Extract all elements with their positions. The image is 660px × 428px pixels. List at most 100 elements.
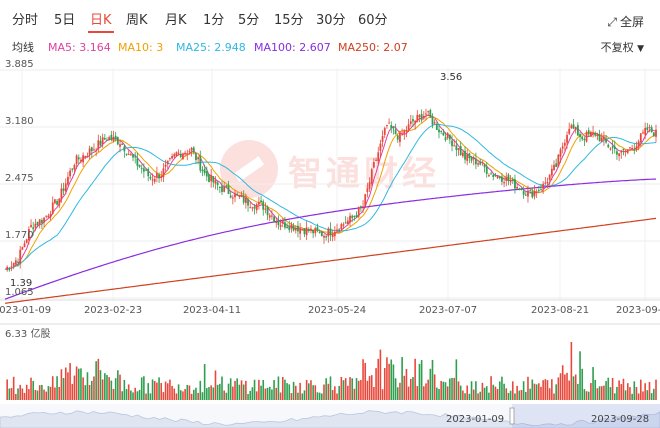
candle-body — [576, 125, 579, 136]
volume-bar — [568, 380, 570, 400]
tab-5min[interactable]: 5分 — [238, 13, 259, 29]
volume-bar — [153, 380, 156, 400]
volume-bar — [158, 377, 160, 400]
tab-30min[interactable]: 30分 — [316, 13, 346, 29]
candle-body — [251, 207, 254, 209]
volume-bar — [451, 377, 453, 400]
candle-body — [607, 144, 610, 148]
volume-bar — [82, 377, 84, 400]
candle-body — [390, 125, 393, 129]
candle-body — [297, 225, 299, 232]
candle-body — [344, 222, 347, 224]
candle-body — [557, 154, 560, 167]
tab-weekly-k[interactable]: 周K — [126, 13, 148, 29]
price-tick-label: 2.475 — [5, 173, 34, 184]
candle-body — [403, 130, 406, 134]
candle-body — [103, 138, 106, 140]
candle-body — [464, 150, 466, 160]
candle-body — [264, 208, 267, 210]
candle-body — [266, 206, 269, 216]
volume-bar — [262, 380, 265, 400]
candle-body — [188, 151, 191, 153]
volume-bar — [596, 388, 599, 400]
volume-bar — [503, 383, 505, 400]
volume-bar — [442, 381, 445, 400]
tab-15min[interactable]: 15分 — [274, 13, 304, 29]
candle-body — [496, 175, 499, 178]
candle-body — [69, 170, 71, 177]
volume-bar — [416, 386, 419, 400]
volume-bar — [201, 392, 204, 400]
volume-bar — [373, 387, 375, 400]
chart-grid — [0, 68, 660, 325]
volume-bar — [542, 380, 544, 400]
volume-bar — [535, 384, 538, 400]
tab-1min[interactable]: 1分 — [203, 13, 224, 29]
volume-bar — [316, 392, 319, 400]
candle-body — [307, 229, 310, 231]
tab-intraday[interactable]: 分时 — [12, 13, 38, 29]
tab-5day[interactable]: 5日 — [54, 13, 75, 29]
tab-60min[interactable]: 60分 — [358, 13, 388, 29]
volume-bar — [479, 391, 482, 400]
volume-bar — [28, 389, 30, 400]
candle-body — [12, 262, 15, 267]
volume-bar — [36, 390, 39, 400]
volume-bar — [93, 376, 95, 400]
volume-bar — [266, 387, 269, 400]
candle-body — [446, 133, 449, 138]
volume-bar — [249, 390, 252, 400]
candle-body — [418, 115, 421, 118]
volume-bar — [62, 377, 65, 400]
volume-bar — [229, 378, 232, 400]
volume-bar — [533, 383, 536, 400]
volume-bar — [405, 368, 408, 400]
candle-body — [642, 132, 644, 134]
volume-bar — [392, 364, 395, 400]
volume-bar — [522, 381, 525, 400]
volume-bar — [303, 390, 306, 400]
fullscreen-button[interactable]: ⤢ 全屏 — [607, 13, 644, 30]
candle-body — [357, 207, 360, 217]
volume-bar — [449, 378, 451, 400]
candle-body — [151, 179, 154, 181]
price-adjust-dropdown[interactable]: 不复权 ▼ — [601, 38, 644, 59]
volume-bar — [624, 390, 627, 400]
volume-bar — [433, 374, 436, 400]
candle-body — [579, 134, 581, 137]
candle-body — [509, 181, 512, 183]
candle-body — [535, 192, 538, 194]
volume-bar — [247, 393, 249, 400]
candle-body — [349, 215, 351, 223]
candle-body — [440, 130, 443, 132]
candle-body — [327, 228, 330, 237]
volume-bar — [520, 390, 523, 400]
date-tick-label: 2023-08-21 — [531, 305, 589, 316]
fullscreen-label: 全屏 — [619, 15, 644, 29]
ma-toggle-label[interactable]: 均线 — [12, 38, 34, 58]
kline-chart[interactable]: 3.8853.1802.4751.7701.0652023-01-092023-… — [0, 59, 660, 428]
volume-bar — [258, 379, 260, 400]
volume-bar — [629, 387, 631, 400]
candle-body — [609, 148, 612, 150]
volume-bar — [240, 380, 243, 400]
volume-bar — [251, 387, 254, 400]
volume-bar — [381, 389, 384, 400]
volume-bar — [292, 381, 295, 400]
candle-body — [67, 176, 69, 185]
tab-daily-k[interactable]: 日K — [90, 13, 112, 29]
volume-bar — [260, 385, 262, 400]
candle-body — [433, 122, 436, 124]
volume-bar — [15, 393, 17, 400]
range-navigator[interactable]: 2023-01-09 2023-09-28 — [0, 404, 660, 428]
price-tick-label: 3.885 — [5, 60, 34, 70]
candle-body — [383, 128, 386, 135]
candle-body — [145, 169, 147, 171]
volume-bar — [69, 363, 71, 400]
tab-monthly-k[interactable]: 月K — [165, 13, 187, 29]
candle-body — [505, 176, 508, 181]
volume-bar — [431, 359, 434, 400]
volume-bar — [360, 379, 362, 400]
volume-bar — [418, 363, 421, 400]
volume-bar — [225, 392, 228, 400]
